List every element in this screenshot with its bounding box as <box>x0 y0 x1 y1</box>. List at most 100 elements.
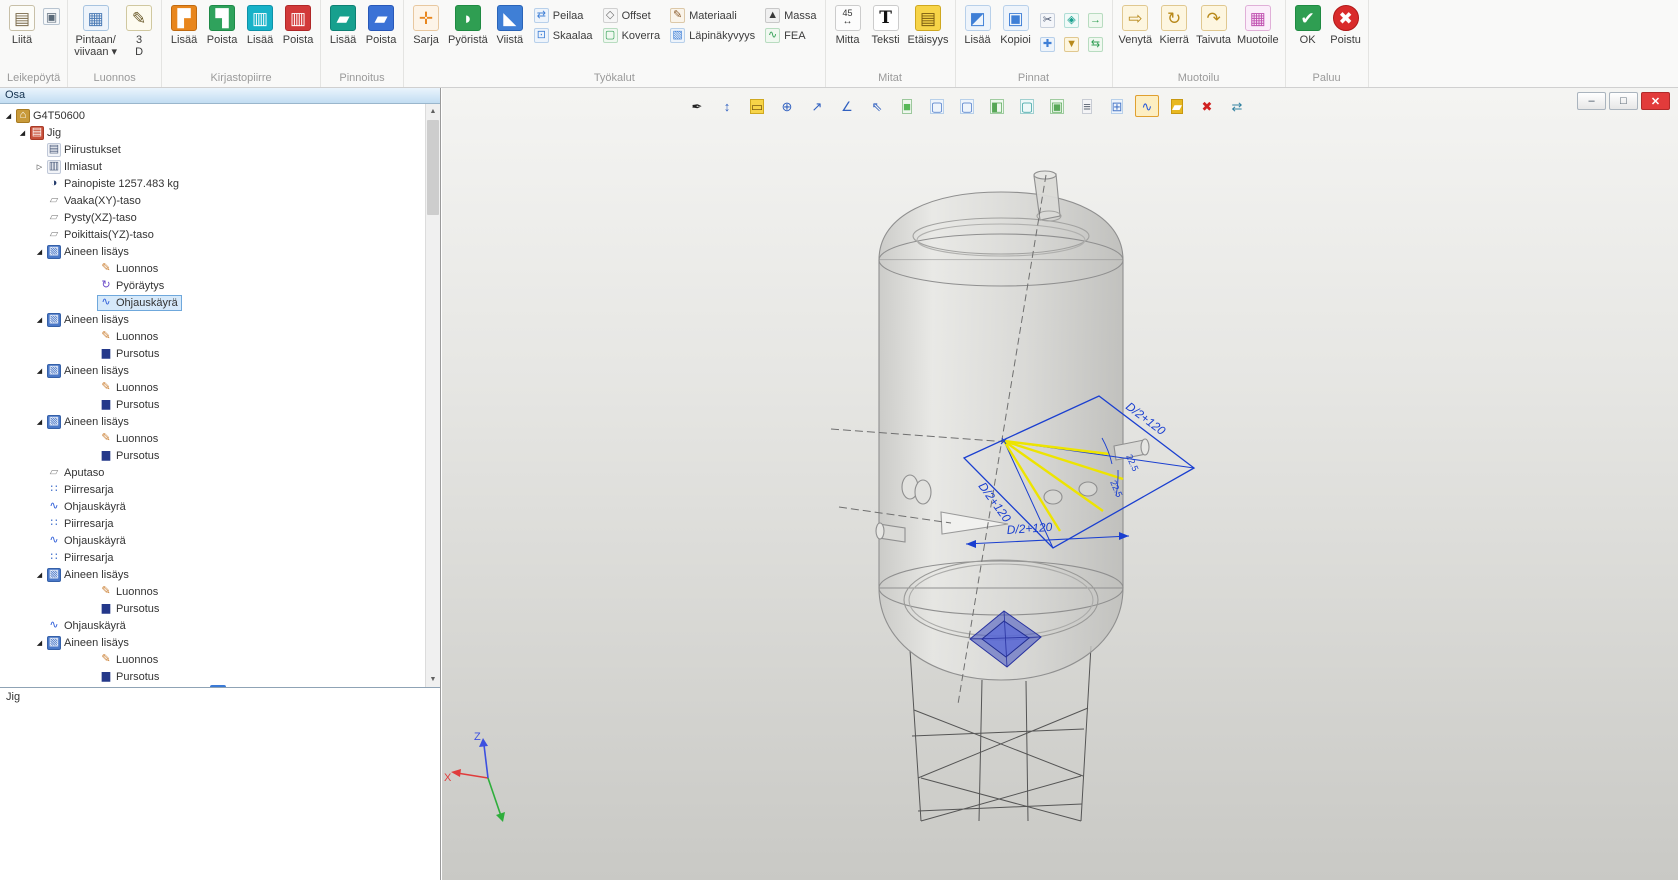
tree-item-painopiste-1257-483-kg[interactable]: ◑Painopiste 1257.483 kg <box>0 175 426 192</box>
tree-item-aineen-lis-ys[interactable]: ◢▧Aineen lisäys <box>0 311 426 328</box>
collapse-icon[interactable]: ◢ <box>17 129 28 137</box>
deform-button[interactable]: ▦Muotoile <box>1234 1 1282 46</box>
tree-item-py-r-ytys[interactable]: ↻Pyöräytys <box>0 277 426 294</box>
tree-item-jig[interactable]: ◢▤Jig <box>0 124 426 141</box>
tree-item-ohjausk-yr[interactable]: ∿Ohjauskäyrä <box>0 498 426 515</box>
tree-item-luonnos[interactable]: ✎Luonnos <box>0 328 426 345</box>
tree-item-luonnos[interactable]: ✎Luonnos <box>0 379 426 396</box>
paste-button[interactable]: ▤Liitä <box>3 1 41 46</box>
tree-item-poikittais-yz-taso[interactable]: ▱Poikittais(YZ)-taso <box>0 226 426 243</box>
tree-item-piirresarja[interactable]: ∷Piirresarja <box>0 549 426 566</box>
collapse-icon[interactable]: ◢ <box>34 571 45 579</box>
face-select-tool[interactable]: ▣ <box>1045 95 1069 117</box>
tree-item-ohjausk-yr[interactable]: ∿Ohjauskäyrä <box>0 532 426 549</box>
tree-item-aineen-lis-ys[interactable]: ◢▧Aineen lisäys <box>0 634 426 651</box>
tree-item-luonnos[interactable]: ✎Luonnos <box>0 260 426 277</box>
guide-curve-tool[interactable]: ∿ <box>1135 95 1159 117</box>
surface-copy-button[interactable]: ▣Kopioi <box>997 1 1035 46</box>
tree-item-pursotus[interactable]: ▆Pursotus <box>0 345 426 362</box>
coating-remove-button[interactable]: ▰Poista <box>362 1 400 46</box>
mirror-button[interactable]: ⇄Peilaa <box>534 8 584 23</box>
scroll-up-icon[interactable] <box>426 104 440 119</box>
material-button[interactable]: ✎Materiaali <box>670 8 737 23</box>
tree-item-piirresarja[interactable]: ∷Piirresarja <box>0 515 426 532</box>
snap-rotation-tool[interactable]: ⊕ <box>775 95 799 117</box>
tree-item-piirustukset[interactable]: ▤Piirustukset <box>0 141 426 158</box>
wireframe-view-tool[interactable]: ▢ <box>925 95 949 117</box>
text-button[interactable]: TTeksti <box>867 1 905 46</box>
minimize-button[interactable]: – <box>1577 92 1606 110</box>
mass-button[interactable]: ▲Massa <box>765 8 816 23</box>
tree-item-ohjausk-yr[interactable]: ∿Ohjauskäyrä <box>0 617 426 634</box>
snap-angle-tool[interactable]: ∠ <box>835 95 859 117</box>
tree-item-piirresarja[interactable]: ∷Piirresarja <box>0 481 426 498</box>
3d-scene[interactable]: D/2+120 D/2+120 D/2+120 22.5 22.5 X Z <box>442 88 1678 880</box>
tree-item-ohjausk-yr[interactable]: ∿Ohjauskäyrä <box>0 294 426 311</box>
tree-item-aineen-lis-ys[interactable]: ◢▧Aineen lisäys <box>0 243 426 260</box>
collapse-icon[interactable]: ◢ <box>34 367 45 375</box>
measure-tool[interactable]: ↕ <box>715 95 739 117</box>
collapse-icon[interactable]: ◢ <box>34 639 45 647</box>
distance-button[interactable]: ▤Etäisyys <box>905 1 952 46</box>
copy-button[interactable]: ▣ <box>43 8 60 25</box>
stack-tool[interactable]: ⊞ <box>1105 95 1129 117</box>
surface-offset-button[interactable]: ◈ <box>1062 10 1082 30</box>
library-feature-remove-button[interactable]: ▜Poista <box>203 1 241 46</box>
tree-item-luonnos[interactable]: ✎Luonnos <box>0 651 426 668</box>
swap-tool[interactable]: ⇄ <box>1225 95 1249 117</box>
collapse-icon[interactable]: ◢ <box>34 248 45 256</box>
collapse-icon[interactable]: ◢ <box>34 316 45 324</box>
chamfer-button[interactable]: ◣Viistä <box>491 1 529 46</box>
fea-button[interactable]: ∿FEA <box>765 28 805 43</box>
tank-model[interactable] <box>876 171 1149 680</box>
dimension-button[interactable]: 45↔Mitta <box>829 1 867 46</box>
scroll-thumb[interactable] <box>427 120 439 215</box>
collapse-icon[interactable]: ◢ <box>34 418 45 426</box>
snap-point-tool[interactable]: ↗ <box>805 95 829 117</box>
library-series-remove-button[interactable]: ▥Poista <box>279 1 317 46</box>
ruler-tool[interactable]: ▭ <box>745 95 769 117</box>
sheet-tool[interactable]: ≡ <box>1075 95 1099 117</box>
hidden-line-view-tool[interactable]: ▢ <box>955 95 979 117</box>
surface-fill-button[interactable]: ▼ <box>1062 34 1082 54</box>
tree-item-aineen-lis-ys[interactable]: ◢▧Aineen lisäys <box>0 566 426 583</box>
shaded-view-tool[interactable]: ■ <box>895 95 919 117</box>
tree-item-aineen-lis-ys[interactable]: ◢▧Aineen lisäys <box>0 413 426 430</box>
tree-item-pursotus[interactable]: ▆Pursotus <box>0 600 426 617</box>
close-button[interactable]: ✕ <box>1641 92 1670 110</box>
section-view-tool[interactable]: ◧ <box>985 95 1009 117</box>
tree-item-luonnos[interactable]: ✎Luonnos <box>0 430 426 447</box>
library-feature-add-button[interactable]: ▛Lisää <box>165 1 203 46</box>
tree-item-g4t50600[interactable]: ◢⌂G4T50600 <box>0 107 426 124</box>
sketch-3d-button[interactable]: ✎3 D <box>120 1 158 58</box>
tree-item-vaaka-xy-taso[interactable]: ▱Vaaka(XY)-taso <box>0 192 426 209</box>
3d-viewport[interactable]: D/2+120 D/2+120 D/2+120 22.5 22.5 X Z ✒ ↕… <box>442 88 1678 880</box>
surface-add-button[interactable]: ◩Lisää <box>959 1 997 46</box>
fillet-button[interactable]: ◗Pyöristä <box>445 1 491 46</box>
coating-add-button[interactable]: ▰Lisää <box>324 1 362 46</box>
surface-flip-button[interactable]: ⇆ <box>1086 34 1106 54</box>
twist-button[interactable]: ↻Kierrä <box>1155 1 1193 46</box>
ok-button[interactable]: ✔OK <box>1289 1 1327 46</box>
sketch-on-face-button[interactable]: ▦Pintaan/ viivaan ▾ <box>71 1 120 58</box>
surface-trim-button[interactable]: ✂ <box>1038 10 1058 30</box>
scale-button[interactable]: ⊡Skaalaa <box>534 28 593 43</box>
pin-tool[interactable]: ✒ <box>685 95 709 117</box>
maximize-button[interactable]: □ <box>1609 92 1638 110</box>
exit-button[interactable]: ✖Poistu <box>1327 1 1365 46</box>
tree-item-aineen-lis-ys[interactable]: ◢▧Aineen lisäys <box>0 362 426 379</box>
delete-tool[interactable]: ✖ <box>1195 95 1219 117</box>
tree-item-aputaso[interactable]: ▱Aputaso <box>0 464 426 481</box>
surface-join-button[interactable]: ✚ <box>1038 34 1058 54</box>
surface-extend-button[interactable]: → <box>1086 10 1106 30</box>
fill-tool[interactable]: ▰ <box>1165 95 1189 117</box>
tree-item-pursotus[interactable]: ▆Pursotus <box>0 447 426 464</box>
expand-icon[interactable]: ▷ <box>34 163 45 171</box>
scroll-down-icon[interactable] <box>426 672 440 687</box>
transparency-button[interactable]: ▧Läpinäkyvyys <box>670 28 755 43</box>
pick-plane-tool[interactable]: ⇖ <box>865 95 889 117</box>
pattern-button[interactable]: ✛Sarja <box>407 1 445 46</box>
library-series-add-button[interactable]: ▥Lisää <box>241 1 279 46</box>
bend-button[interactable]: ↷Taivuta <box>1193 1 1234 46</box>
tree-scrollbar[interactable] <box>425 104 440 687</box>
